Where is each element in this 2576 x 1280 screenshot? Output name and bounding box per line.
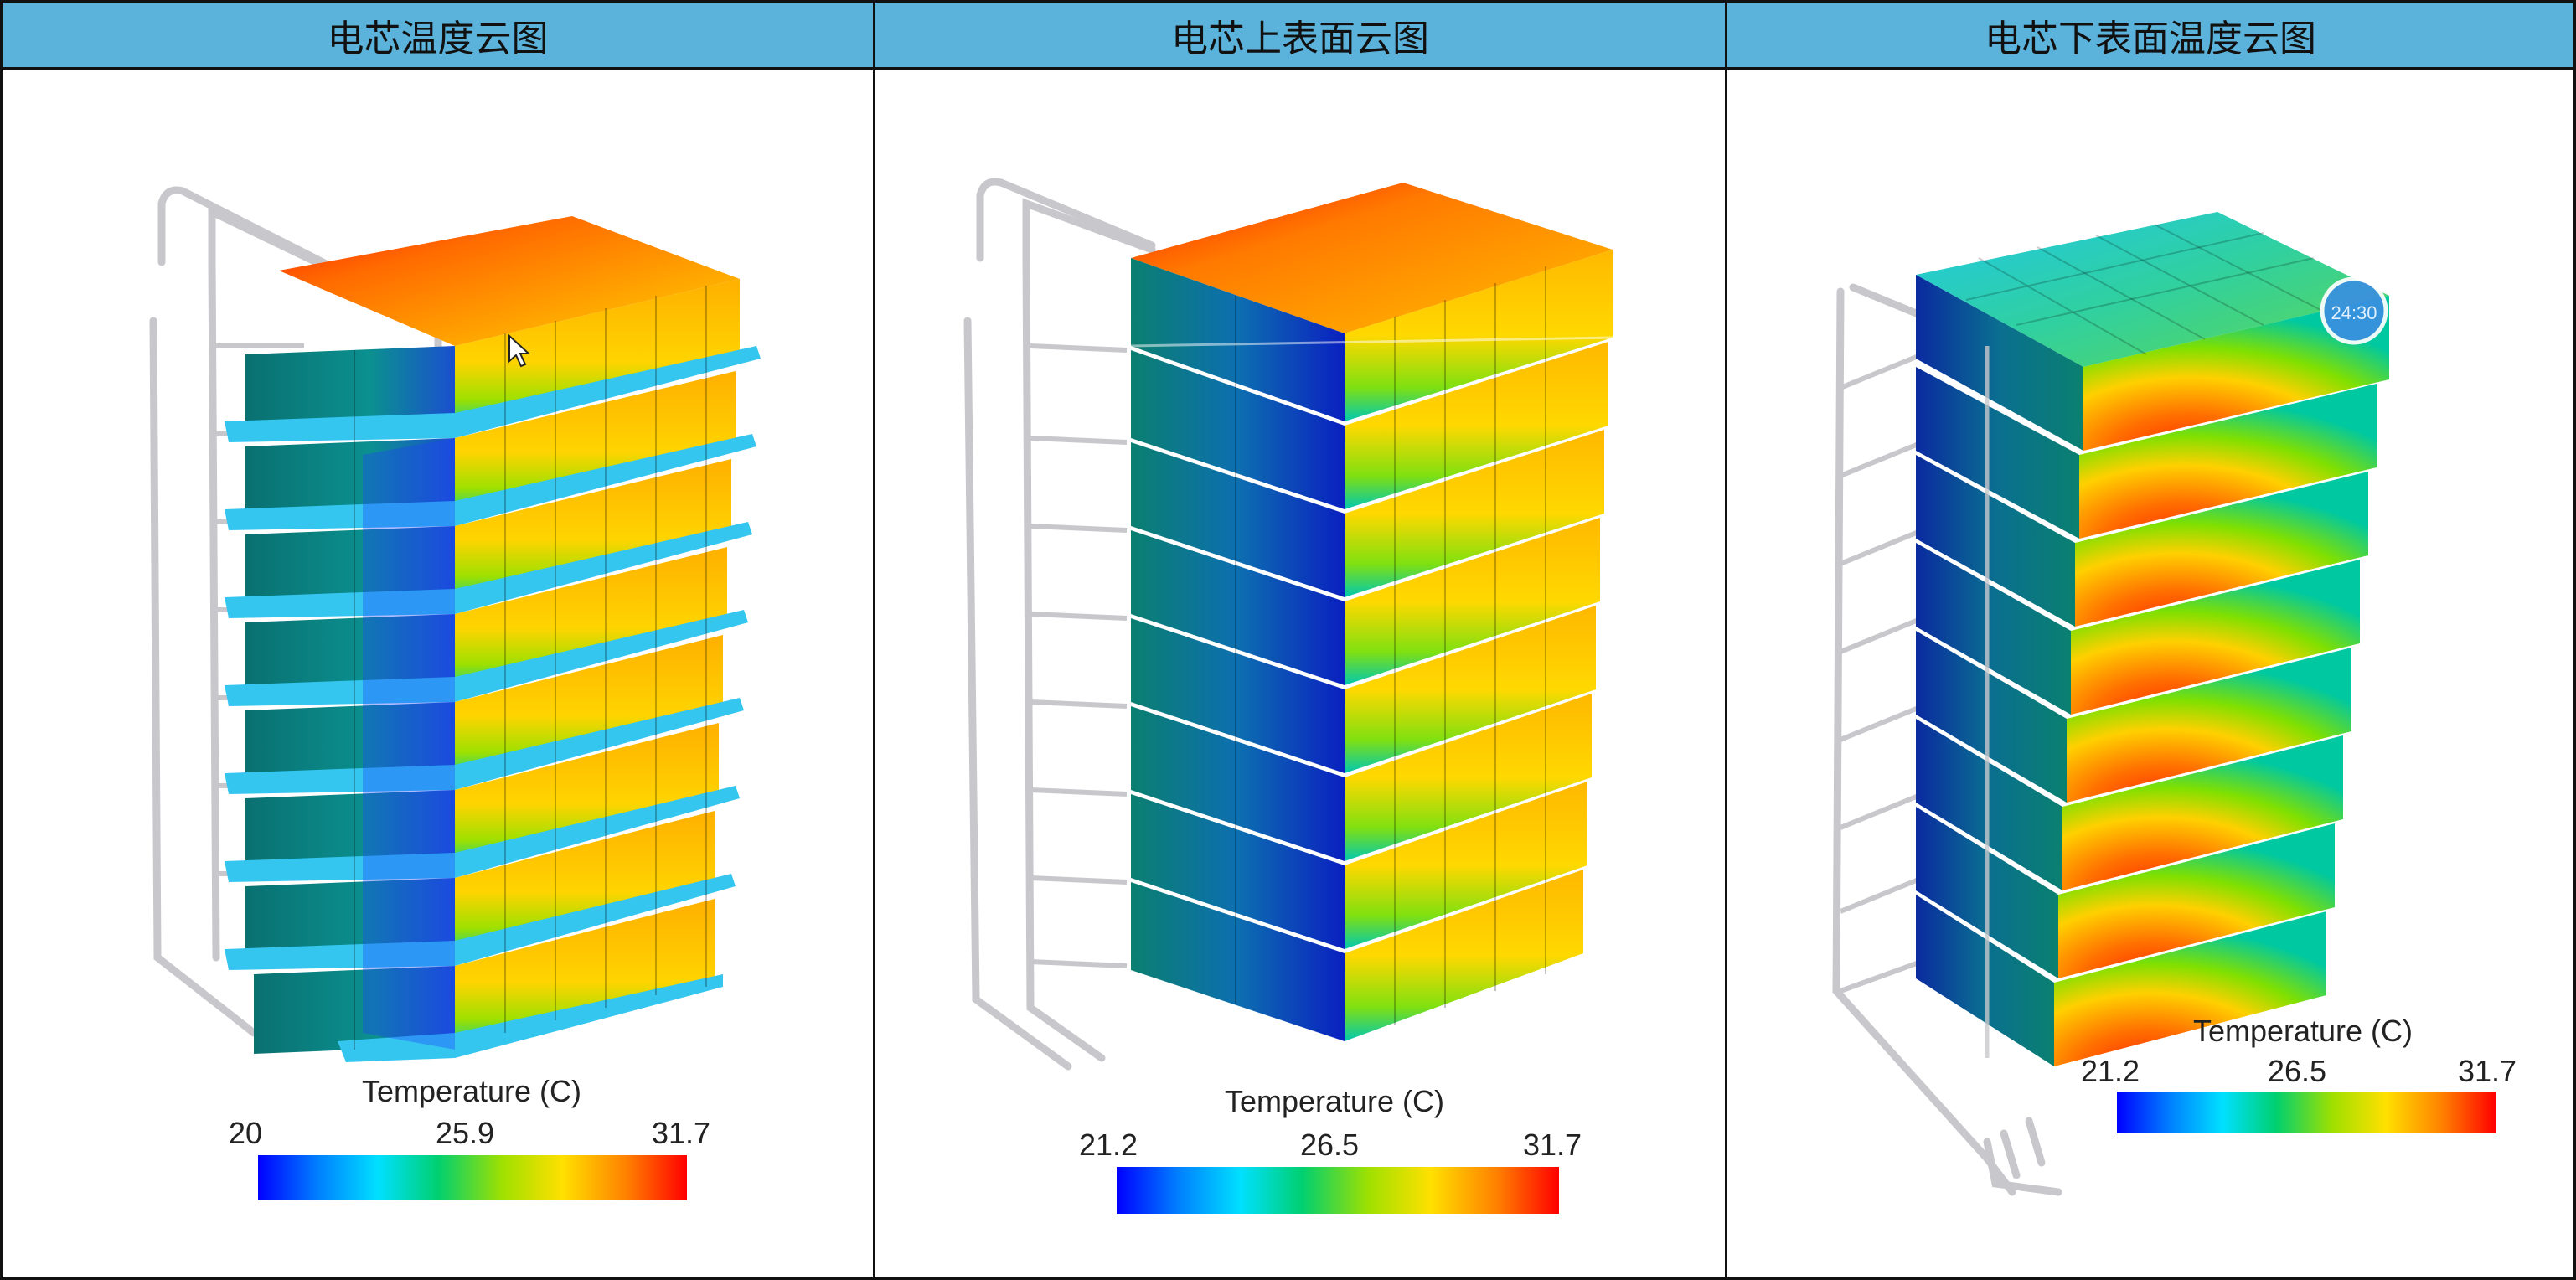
panel-1-title: 电芯温度云图 [3,3,875,70]
legend-mid: 26.5 [1300,1128,1359,1162]
legend-title: Temperature (C) [362,1074,581,1108]
colorbar [258,1155,687,1200]
header-row: 电芯温度云图 电芯上表面云图 电芯下表面温度云图 [3,3,2573,70]
colorbar [2117,1092,2496,1133]
pipe-branches [1030,343,1128,968]
timer-badge-icon[interactable]: 24:30 [2320,276,2388,345]
panel-top-surface: Temperature (C) 21.2 26.5 31.7 [875,70,1727,1277]
battery-module-stack [1916,212,2389,1066]
legend-max: 31.7 [1523,1128,1582,1162]
legend-min: 21.2 [2081,1054,2140,1088]
comparison-sheet: 电芯温度云图 电芯上表面云图 电芯下表面温度云图 Temperature (C)… [0,0,2576,1280]
legend-mid: 25.9 [436,1116,494,1150]
colorbar-legend: Temperature (C) 20 25.9 31.7 [229,1074,710,1200]
legend-title: Temperature (C) [2193,1014,2413,1048]
timer-badge-text: 24:30 [2331,302,2377,323]
colorbar [1117,1167,1559,1214]
battery-module-stack [1130,183,1613,1041]
cell-temperature-view: Temperature (C) 20 25.9 31.7 [149,186,761,1200]
legend-title: Temperature (C) [1225,1084,1444,1118]
bottom-surface-view: 24:30 Temperature (C) 21.2 26.5 31.7 [1832,212,2517,1196]
top-surface-view: Temperature (C) 21.2 26.5 31.7 [963,178,1613,1214]
panel-2-title: 电芯上表面云图 [875,3,1727,70]
battery-module-stack [225,216,761,1062]
colorbar-legend: Temperature (C) 21.2 26.5 31.7 [1079,1084,1582,1214]
legend-min: 20 [229,1116,262,1150]
panel-3-title: 电芯下表面温度云图 [1727,3,2573,70]
panel-cell-temperature: Temperature (C) 20 25.9 31.7 [3,70,875,1277]
panel-bottom-surface: 24:30 Temperature (C) 21.2 26.5 31.7 [1727,70,2573,1277]
legend-min: 21.2 [1079,1128,1138,1162]
cooling-pipe [963,178,1156,1071]
legend-max: 31.7 [652,1116,710,1150]
legend-max: 31.7 [2458,1054,2517,1088]
legend-mid: 26.5 [2268,1054,2326,1088]
